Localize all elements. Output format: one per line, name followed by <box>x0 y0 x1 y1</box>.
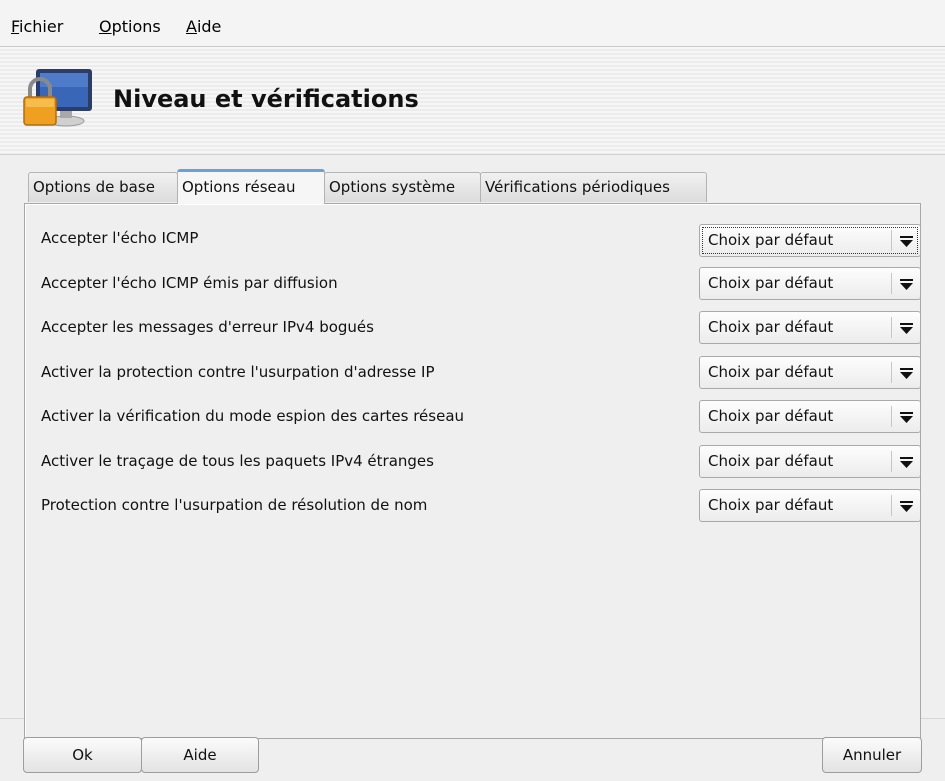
menu-fichier-label: ichier <box>19 17 64 36</box>
select-value: Choix par défaut <box>708 407 834 425</box>
option-label-ip-spoofing: Activer la protection contre l'usurpatio… <box>41 363 435 381</box>
select-separator <box>891 406 892 427</box>
tab-options-de-base[interactable]: Options de base <box>28 172 178 202</box>
option-select-ip-spoofing[interactable]: Choix par défaut <box>699 356 921 389</box>
option-label-promiscuous-check: Activer la vérification du mode espion d… <box>41 407 465 425</box>
select-separator <box>891 362 892 383</box>
security-monitor-lock-icon <box>23 69 92 127</box>
menu-aide-accel: A <box>186 17 197 36</box>
cancel-button[interactable]: Annuler <box>822 737 922 773</box>
option-label-ipv4-bogus-errors: Accepter les messages d'erreur IPv4 bogu… <box>41 318 374 336</box>
select-value: Choix par défaut <box>708 318 834 336</box>
dropdown-arrow-icon <box>900 368 913 379</box>
option-label-name-resolution-spoofing: Protection contre l'usurpation de résolu… <box>41 496 428 514</box>
ok-button[interactable]: Ok <box>23 737 142 773</box>
select-separator <box>891 273 892 294</box>
option-select-promiscuous-check[interactable]: Choix par défaut <box>699 400 921 433</box>
select-separator <box>891 317 892 338</box>
page-header: Niveau et vérifications <box>0 47 945 155</box>
tab-options-systeme[interactable]: Options système <box>324 172 481 202</box>
menu-options-label: ptions <box>111 17 161 36</box>
option-select-log-martians[interactable]: Choix par défaut <box>699 445 921 478</box>
option-select-icmp-broadcast[interactable]: Choix par défaut <box>699 267 921 300</box>
select-value: Choix par défaut <box>708 363 834 381</box>
select-value: Choix par défaut <box>708 274 834 292</box>
dropdown-arrow-icon <box>900 501 913 512</box>
dropdown-arrow-icon <box>900 236 913 247</box>
tab-verifications-periodiques[interactable]: Vérifications périodiques <box>480 172 707 202</box>
menu-aide-label: ide <box>196 17 222 36</box>
select-separator <box>891 495 892 516</box>
select-separator <box>891 451 892 472</box>
menu-options-accel: O <box>99 17 112 36</box>
select-value: Choix par défaut <box>708 231 834 249</box>
menu-options[interactable]: Options <box>99 17 161 36</box>
option-select-name-resolution-spoofing[interactable]: Choix par défaut <box>699 489 921 522</box>
tab-options-reseau[interactable]: Options réseau <box>177 169 325 204</box>
help-button[interactable]: Aide <box>141 737 259 773</box>
dropdown-arrow-icon <box>900 457 913 468</box>
select-separator <box>891 230 892 251</box>
option-label-icmp-echo: Accepter l'écho ICMP <box>41 229 199 247</box>
menu-fichier-accel: F <box>11 17 20 36</box>
option-label-icmp-broadcast: Accepter l'écho ICMP émis par diffusion <box>41 274 338 292</box>
option-label-log-martians: Activer le traçage de tous les paquets I… <box>41 452 434 470</box>
option-select-icmp-echo[interactable]: Choix par défaut <box>699 224 921 257</box>
menu-aide[interactable]: Aide <box>186 17 221 36</box>
dropdown-arrow-icon <box>900 412 913 423</box>
select-value: Choix par défaut <box>708 496 834 514</box>
option-select-ipv4-bogus-errors[interactable]: Choix par défaut <box>699 311 921 344</box>
menu-bar: Fichier Options Aide <box>0 0 945 47</box>
dropdown-arrow-icon <box>900 323 913 334</box>
select-value: Choix par défaut <box>708 452 834 470</box>
dropdown-arrow-icon <box>900 279 913 290</box>
menu-fichier[interactable]: Fichier <box>11 17 63 36</box>
page-title: Niveau et vérifications <box>113 85 419 113</box>
